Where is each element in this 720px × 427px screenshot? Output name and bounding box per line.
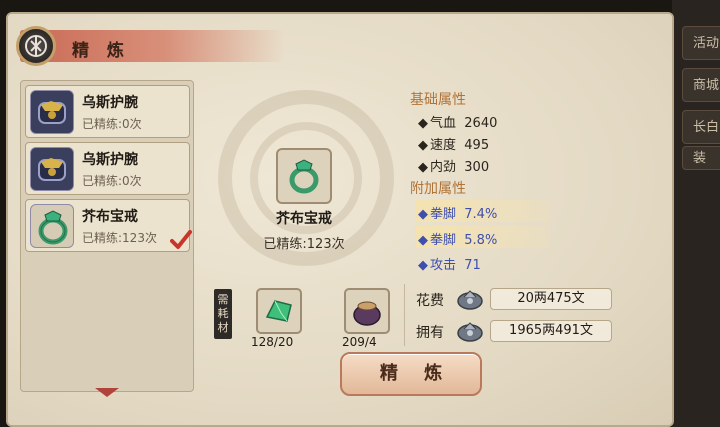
base-attr-row: ◆ 内劲 300: [418, 160, 490, 175]
materials-label: 需耗材: [214, 289, 232, 339]
extra-attr-row: ◆ 拳脚 7.4%: [418, 207, 498, 222]
item-refine-count: 已精练:0次: [82, 174, 142, 188]
base-attr-row: ◆ 气血 2640: [418, 116, 498, 131]
item-refine-count: 已精练:0次: [82, 117, 142, 131]
bracer-icon: [30, 147, 74, 191]
extra-attr-row: ◆ 拳脚 5.8%: [418, 233, 498, 248]
own-value: 1965两491文: [490, 320, 612, 342]
divider: [404, 284, 405, 346]
selected-item-refine-count: 已精练:123次: [263, 237, 345, 252]
page-title: 精 炼: [72, 41, 130, 61]
bracer-icon: [30, 90, 74, 134]
pouch-icon[interactable]: [344, 288, 390, 334]
extra-attr-row: ◆ 攻击 71: [418, 258, 481, 273]
item-name: 乌斯护腕: [82, 152, 138, 168]
refine-emblem-icon: [16, 26, 56, 66]
jade-icon[interactable]: [256, 288, 302, 334]
list-item-bracer-2[interactable]: 乌斯护腕 已精练:0次: [25, 142, 190, 195]
side-tab-activity[interactable]: 活动: [682, 26, 720, 60]
silver-coin-icon: [457, 290, 483, 310]
item-name: 乌斯护腕: [82, 95, 138, 111]
check-icon: [170, 230, 192, 249]
background-right: [672, 0, 720, 427]
material-count: 128/20: [251, 335, 294, 349]
scroll-down-arrow-icon[interactable]: [95, 388, 119, 397]
selected-ring-icon: [276, 148, 332, 204]
cost-label: 花费: [416, 293, 444, 309]
refine-button[interactable]: 精 炼: [340, 352, 482, 396]
side-tab-equip[interactable]: 装: [682, 146, 720, 170]
title-bar: [20, 30, 285, 62]
selected-item-name: 芥布宝戒: [276, 211, 332, 227]
silver-coin-icon: [457, 322, 483, 342]
material-count: 209/4: [342, 335, 377, 349]
item-refine-count: 已精练:123次: [82, 231, 157, 245]
ring-icon: [30, 204, 74, 248]
side-tab-shop[interactable]: 商城: [682, 68, 720, 102]
item-name: 芥布宝戒: [82, 209, 138, 225]
list-item-ring-selected[interactable]: 芥布宝戒 已精练:123次: [25, 199, 192, 252]
extra-attrs-title: 附加属性: [410, 181, 466, 197]
base-attr-row: ◆ 速度 495: [418, 138, 490, 153]
base-attrs-title: 基础属性: [410, 92, 466, 108]
side-tab-changbai[interactable]: 长白: [682, 110, 720, 144]
own-label: 拥有: [416, 325, 444, 341]
cost-value: 20两475文: [490, 288, 612, 310]
item-list: 乌斯护腕 已精练:0次 乌斯护腕 已精练:0次 芥布宝戒 已精练:123次: [20, 80, 194, 392]
list-item-bracer-1[interactable]: 乌斯护腕 已精练:0次: [25, 85, 190, 138]
